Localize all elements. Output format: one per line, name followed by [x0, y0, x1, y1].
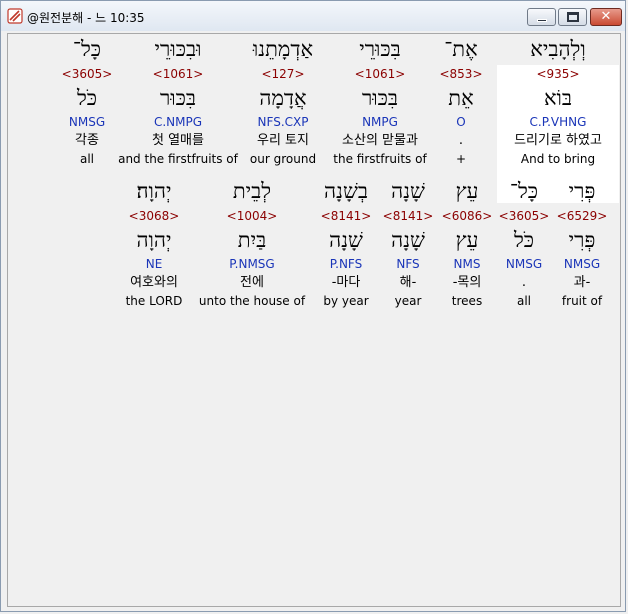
english-gloss: the LORD	[125, 294, 183, 308]
minimize-icon	[537, 19, 547, 22]
hebrew-lemma: יְהוָה	[136, 228, 172, 252]
maximize-icon	[567, 12, 579, 22]
minimize-button[interactable]	[527, 8, 556, 26]
parsing-code: NMSG	[68, 115, 106, 129]
parsing-code: NE	[145, 257, 163, 271]
korean-gloss: 각종	[75, 133, 99, 148]
app-window: @원전분해 - 느 10:35 ✕ וְלְהָבִיא <935> בּוֹא…	[0, 0, 626, 612]
strong-number: <3068>	[128, 209, 180, 223]
hebrew-word: כָּל־	[72, 37, 102, 61]
window-title: @원전분해 - 느 10:35	[27, 11, 145, 25]
maximize-button[interactable]	[558, 8, 587, 26]
close-icon: ✕	[600, 9, 612, 24]
korean-gloss: 여호와의	[130, 275, 178, 290]
strong-number: <3605>	[61, 67, 113, 81]
app-icon	[7, 8, 23, 24]
interlinear-panel[interactable]: וְלְהָבִיא <935> בּוֹא C.P.VHNG 드리기로 하였고…	[7, 33, 621, 607]
hebrew-lemma: כֹּל	[76, 86, 98, 110]
title-bar[interactable]: @원전분해 - 느 10:35 ✕	[1, 1, 625, 31]
hebrew-word: יְהוָה׃	[136, 179, 172, 203]
english-gloss: all	[79, 152, 95, 166]
close-button[interactable]: ✕	[590, 8, 622, 26]
